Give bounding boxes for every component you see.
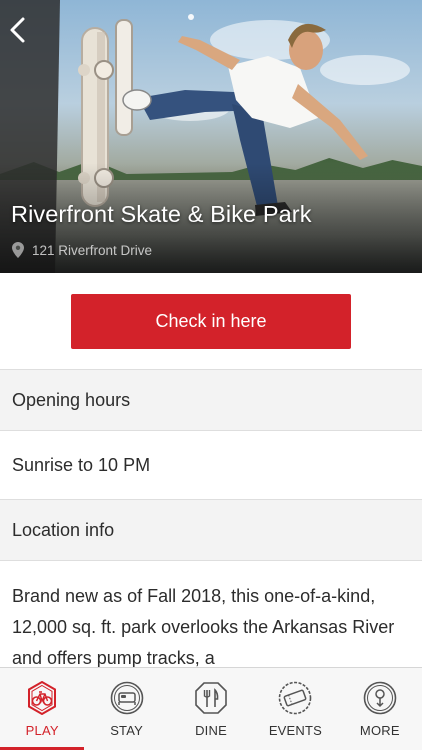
tab-label: EVENTS [268,723,323,738]
tab-label: STAY [110,723,144,738]
location-description: Brand new as of Fall 2018, this one-of-a… [12,586,395,667]
bed-icon [110,681,143,715]
carousel-dot[interactable] [188,14,194,20]
checkin-section: Check in here [0,273,422,369]
tab-events[interactable]: EVENTS [253,668,337,750]
more-icon [363,681,397,715]
tab-more[interactable]: MORE [338,668,422,750]
location-info-header: Location info [0,499,422,561]
tab-label: MORE [359,723,400,738]
check-in-button[interactable]: Check in here [71,294,351,349]
tab-play[interactable]: PLAY [0,668,85,750]
map-pin-icon [12,242,24,258]
ticket-icon [279,681,312,715]
bottom-tab-bar: PLAY STAY DINE EVENTS MORE [0,667,422,750]
tab-stay[interactable]: STAY [84,668,168,750]
opening-hours-value: Sunrise to 10 PM [0,431,422,499]
hero-image: Riverfront Skate & Bike Park 121 Riverfr… [0,0,422,273]
fork-knife-icon [195,682,227,714]
address-text: 121 Riverfront Drive [32,242,153,258]
chevron-left-icon [10,17,25,43]
tab-dine[interactable]: DINE [169,668,253,750]
opening-hours-header: Opening hours [0,369,422,431]
back-button[interactable] [4,14,34,46]
tab-label: DINE [195,723,227,738]
bike-icon [28,681,57,715]
place-address: 121 Riverfront Drive [12,242,152,258]
tab-label: PLAY [25,723,59,738]
place-title: Riverfront Skate & Bike Park [11,201,312,227]
